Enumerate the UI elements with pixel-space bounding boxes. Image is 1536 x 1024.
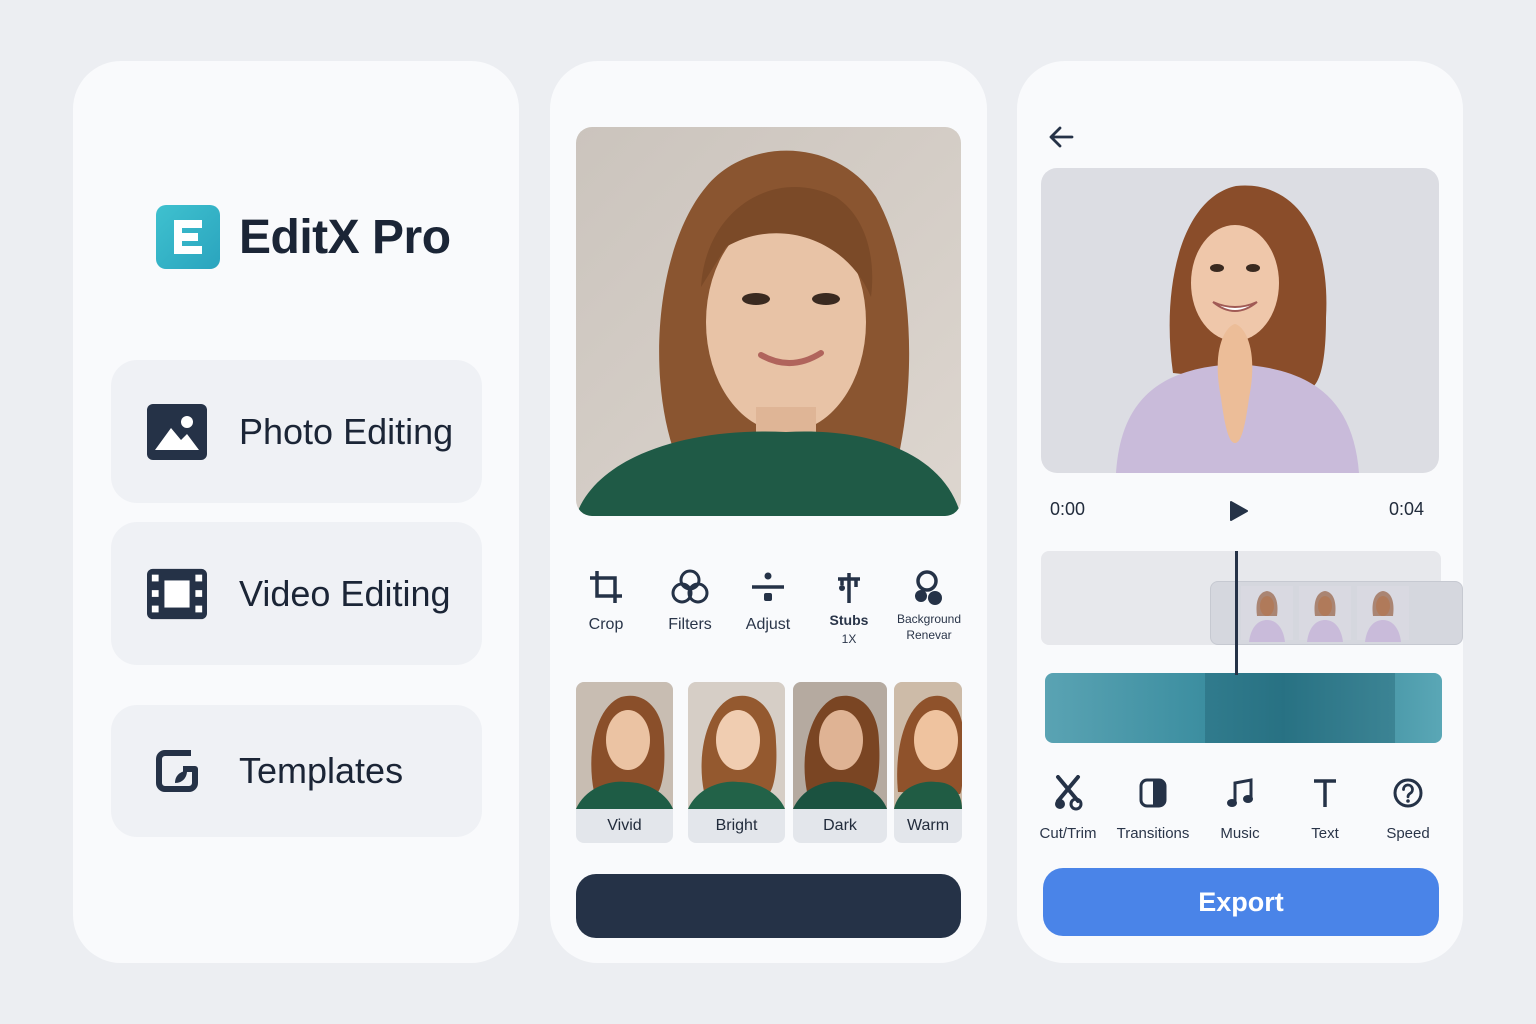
film-icon — [147, 566, 207, 622]
apply-button[interactable] — [576, 874, 961, 938]
text-icon — [1301, 773, 1349, 813]
filter-thumb-dark[interactable]: Dark — [793, 682, 887, 843]
video-preview — [1041, 168, 1439, 473]
crop-icon — [580, 566, 632, 608]
app-title: EditX Pro — [239, 210, 451, 264]
template-icon — [147, 743, 207, 799]
filter-thumb-warm[interactable]: Warm — [894, 682, 962, 843]
music-tool[interactable]: Music — [1213, 773, 1267, 842]
filter-preview — [894, 682, 962, 809]
clip-frame — [1241, 586, 1293, 642]
logo-e-icon — [174, 220, 202, 254]
adjust-label: Adjust — [745, 616, 791, 633]
background-tool[interactable]: Background Renevar — [886, 566, 972, 642]
photo-editor-screen: Crop Filters Adjust Stubs 1X Background … — [550, 61, 987, 963]
background-label: Background — [896, 612, 962, 626]
filter-thumb-vivid[interactable]: Vivid — [576, 682, 673, 843]
app-logo: EditX Pro — [156, 205, 451, 269]
filters-tool[interactable]: Filters — [660, 566, 720, 634]
image-icon — [147, 403, 207, 460]
time-end: 0:04 — [1389, 499, 1425, 519]
templates-button[interactable]: Templates — [111, 705, 482, 837]
video-clip[interactable] — [1210, 581, 1463, 645]
photo-preview — [576, 127, 961, 516]
adjust-icon — [740, 566, 796, 608]
speed-tool[interactable]: Speed — [1379, 773, 1437, 842]
music-label: Music — [1220, 825, 1260, 842]
filters-icon — [660, 566, 720, 608]
filter-label: Warm — [906, 817, 950, 834]
scissors-icon — [1033, 773, 1103, 813]
transitions-icon — [1115, 773, 1191, 813]
adjust-tool[interactable]: Adjust — [740, 566, 796, 634]
audio-track[interactable] — [1045, 673, 1442, 743]
stubs-tool[interactable]: Stubs 1X — [822, 566, 876, 646]
photo-editing-label: Photo Editing — [239, 410, 454, 452]
filter-label: Bright — [715, 817, 758, 834]
video-editor-screen: 0:00 0:04 Cut/Trim Transitions Music Tex… — [1017, 61, 1463, 963]
cut-trim-label: Cut/Trim — [1039, 825, 1097, 842]
play-icon[interactable] — [1229, 500, 1249, 527]
stubs-icon — [822, 566, 876, 608]
background-icon — [886, 566, 972, 608]
playhead[interactable] — [1235, 551, 1238, 675]
video-editing-label: Video Editing — [239, 572, 451, 614]
speed-icon — [1379, 773, 1437, 813]
background-sublabel: Renevar — [906, 628, 952, 642]
filters-label: Filters — [668, 616, 712, 633]
text-label: Text — [1311, 825, 1339, 842]
clip-frame — [1299, 586, 1351, 642]
filter-preview — [576, 682, 673, 809]
filter-preview — [688, 682, 785, 809]
filter-thumb-bright[interactable]: Bright — [688, 682, 785, 843]
transitions-label: Transitions — [1116, 825, 1190, 842]
time-start: 0:00 — [1050, 499, 1086, 519]
stubs-label: Stubs — [829, 612, 869, 628]
filter-label: Vivid — [607, 817, 642, 834]
speed-label: Speed — [1386, 825, 1430, 842]
home-screen: EditX Pro Photo Editing Video Editing Te… — [73, 61, 519, 963]
stubs-sublabel: 1X — [841, 632, 857, 646]
templates-label: Templates — [239, 750, 404, 791]
filter-preview — [793, 682, 887, 809]
music-note-icon — [1213, 773, 1267, 813]
export-button[interactable]: Export — [1043, 868, 1439, 936]
video-editing-button[interactable]: Video Editing — [111, 522, 482, 665]
filter-label: Dark — [823, 817, 857, 834]
audio-segment — [1205, 673, 1395, 743]
logo-mark — [156, 205, 220, 269]
transitions-tool[interactable]: Transitions — [1115, 773, 1191, 842]
clip-frame — [1357, 586, 1409, 642]
crop-label: Crop — [588, 616, 624, 633]
back-arrow-icon[interactable] — [1047, 123, 1077, 153]
cut-trim-tool[interactable]: Cut/Trim — [1033, 773, 1103, 842]
text-tool[interactable]: Text — [1301, 773, 1349, 842]
crop-tool[interactable]: Crop — [580, 566, 632, 634]
photo-editing-button[interactable]: Photo Editing — [111, 360, 482, 503]
